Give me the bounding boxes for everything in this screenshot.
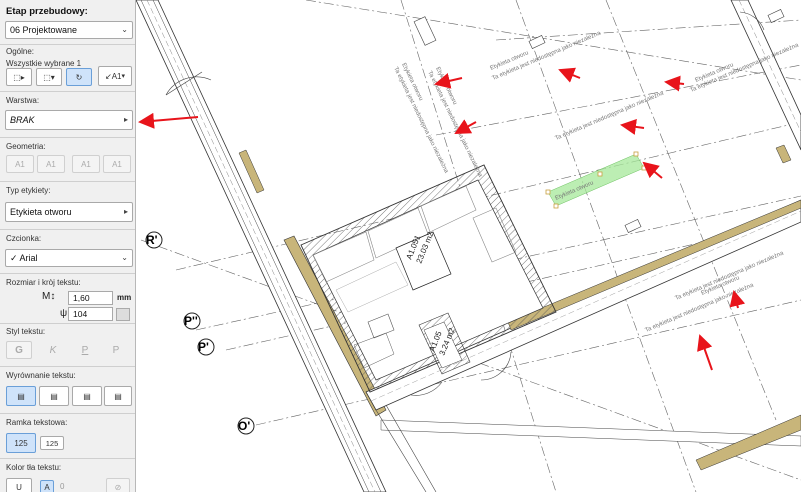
layer-dropdown[interactable]: BRAK ▸ <box>5 110 133 130</box>
bg-none-button[interactable]: U <box>6 478 32 492</box>
geometry-button-4[interactable]: A1 <box>103 155 131 173</box>
strikethrough-button[interactable]: P <box>103 341 129 359</box>
svg-text:Ta etykieta jest niedostępna j: Ta etykieta jest niedostępna jako niezal… <box>426 70 483 178</box>
divider <box>0 91 135 92</box>
font-dropdown[interactable]: ✓ Arial ⌄ <box>5 249 133 267</box>
grid-bubble-o[interactable]: O' <box>237 417 255 435</box>
divider <box>0 137 135 138</box>
divider <box>0 181 135 182</box>
grid-bubble-p1[interactable]: P' <box>197 338 215 356</box>
filter-select-button[interactable]: ⬚▸ <box>6 68 32 86</box>
layer-value: BRAK <box>10 115 35 125</box>
selected-opening-label[interactable]: Etykieta otworu <box>545 151 647 209</box>
general-label: Ogólne: <box>6 47 35 56</box>
align-justify-button[interactable]: ▤ <box>104 386 132 406</box>
align-left-button[interactable]: ▤ <box>6 386 36 406</box>
layer-label: Warstwa: <box>6 96 40 105</box>
align-justify-icon: ▤ <box>114 391 122 401</box>
frame-on-button[interactable]: 125 <box>40 436 64 450</box>
filter-icon: ⬚▸ <box>13 72 25 82</box>
geometry-button-1[interactable]: A1 <box>6 155 34 173</box>
align-center-icon: ▤ <box>50 391 58 401</box>
text-size-label: Rozmiar i kròj tekstu: <box>6 278 81 287</box>
stage-value: 06 Projektowane <box>10 25 78 35</box>
pen-icon: ψ <box>60 308 68 319</box>
svg-text:Ta etykieta jest niedostępna j: Ta etykieta jest niedostępna jako niezal… <box>554 90 665 142</box>
bg-transparent-button[interactable]: ⊘ <box>106 478 130 492</box>
chevron-down-icon: ▾ <box>121 73 125 80</box>
divider <box>0 44 135 45</box>
svg-text:O': O' <box>238 419 250 433</box>
chevron-down-icon: ⌄ <box>121 253 128 262</box>
align-right-button[interactable]: ▤ <box>72 386 102 406</box>
svg-text:R': R' <box>146 233 158 247</box>
grid-bubble-p2[interactable]: P'' <box>183 312 201 330</box>
align-right-icon: ▤ <box>83 391 91 401</box>
outer-wall-right <box>730 0 801 164</box>
svg-text:P'': P'' <box>184 314 198 328</box>
bg-color-button[interactable]: A <box>40 480 54 492</box>
size-unit: mm <box>117 293 132 302</box>
svg-text:P': P' <box>198 340 209 354</box>
stage-dropdown[interactable]: 06 Projektowane ⌄ <box>5 21 133 39</box>
geometry-button-3[interactable]: A1 <box>72 155 100 173</box>
selected-count-label: Wszystkie wybrane 1 <box>6 59 82 68</box>
font-value: ✓ Arial <box>10 253 38 263</box>
label-type-value: Etykieta otworu <box>10 207 72 217</box>
svg-text:Ta etykieta jest niedostępna j: Ta etykieta jest niedostępna jako niezal… <box>491 30 602 82</box>
anchor-label: A1 <box>111 71 122 81</box>
divider <box>0 229 135 230</box>
divider <box>0 273 135 274</box>
anchor-icon: ↙ <box>104 71 112 81</box>
bold-button[interactable]: G <box>6 341 32 359</box>
floor-plan-drawing: Etykieta otworu Ta etykieta jest niedost… <box>136 0 801 492</box>
rotate-icon: ↻ <box>75 72 83 82</box>
selection-icon: ⬚▾ <box>43 72 55 82</box>
label-type-dropdown[interactable]: Etykieta otworu ▸ <box>5 202 133 222</box>
chevron-down-icon: ⌄ <box>121 25 128 34</box>
rotate-button[interactable]: ↻ <box>66 68 92 86</box>
info-box-panel: Etap przebudowy: 06 Projektowane ⌄ Ogólne… <box>0 0 136 492</box>
bg-value: 0 <box>60 482 65 491</box>
chevron-right-icon: ▸ <box>123 207 128 216</box>
font-label: Czcionka: <box>6 234 42 243</box>
anchor-button[interactable]: ↙ A1 ▾ <box>98 66 132 86</box>
text-height-icon: M↕ <box>42 291 56 302</box>
divider <box>0 366 135 367</box>
frame-off-button[interactable]: 125 <box>6 433 36 453</box>
divider <box>0 323 135 324</box>
chevron-right-icon: ▸ <box>123 115 128 124</box>
align-left-icon: ▤ <box>17 391 25 401</box>
divider <box>0 458 135 459</box>
stage-label: Etap przebudowy: <box>6 6 88 17</box>
grid-bubble-r[interactable]: R' <box>145 231 163 249</box>
align-center-button[interactable]: ▤ <box>39 386 69 406</box>
text-bg-label: Kolor tła tekstu: <box>6 463 62 472</box>
text-frame-label: Ramka tekstowa: <box>6 418 68 427</box>
text-size-input[interactable]: 1,60 <box>68 291 113 305</box>
geometry-button-2[interactable]: A1 <box>37 155 65 173</box>
text-style-label: Styl tekstu: <box>6 327 46 336</box>
underline-button[interactable]: P <box>72 341 98 359</box>
divider <box>0 413 135 414</box>
label-type-label: Typ etykiety: <box>6 186 51 195</box>
floor-plan-canvas[interactable]: Etykieta otworu Ta etykieta jest niedost… <box>136 0 801 492</box>
pen-color-swatch[interactable] <box>116 308 130 321</box>
italic-button[interactable]: K <box>40 341 66 359</box>
text-align-label: Wyrównanie tekstu: <box>6 371 76 380</box>
bathroom-block <box>300 164 557 396</box>
geometry-label: Geometria: <box>6 142 46 151</box>
pen-width-input[interactable]: 104 <box>68 307 113 321</box>
selection-set-button[interactable]: ⬚▾ <box>36 68 62 86</box>
